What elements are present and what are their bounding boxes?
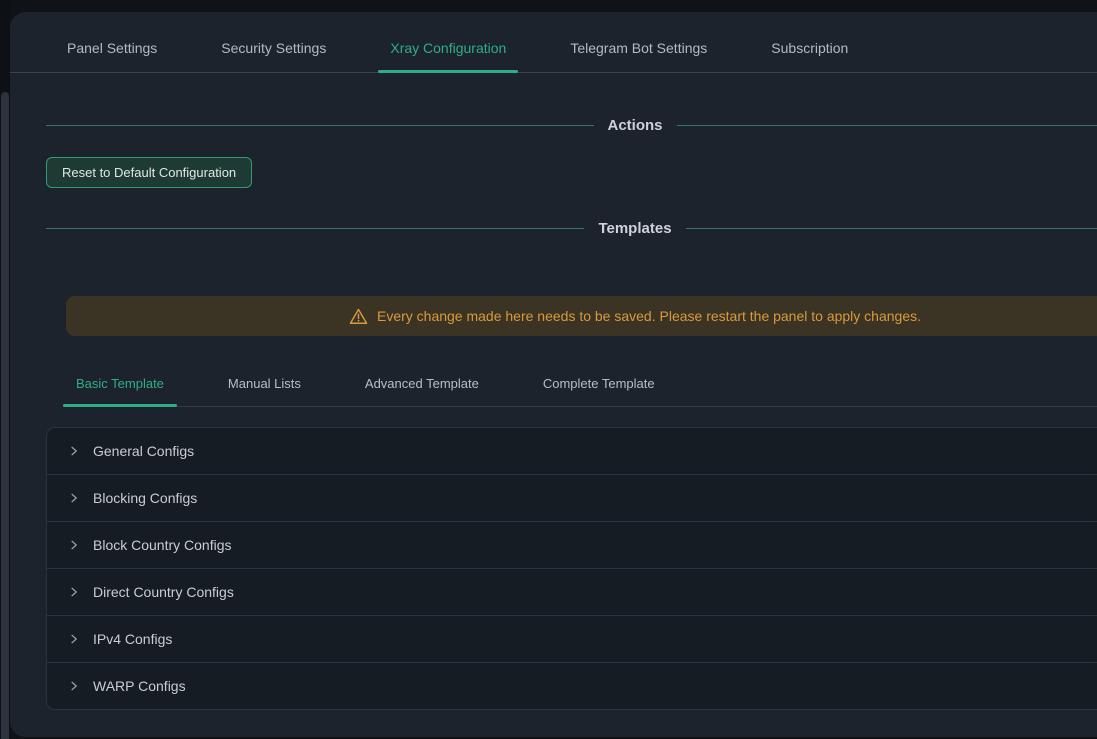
template-tabbar: Basic Template Manual Lists Advanced Tem…	[63, 376, 1097, 407]
collapse-item-warp-configs: WARP Configs	[47, 662, 1097, 709]
tab-advanced-template[interactable]: Advanced Template	[352, 376, 492, 406]
collapse-item-direct-country-configs: Direct Country Configs	[47, 568, 1097, 615]
collapse-item-ipv4-configs: IPv4 Configs	[47, 615, 1097, 662]
chevron-right-icon	[68, 492, 80, 504]
chevron-right-icon	[68, 680, 80, 692]
restart-warning-banner: Every change made here needs to be saved…	[66, 296, 1097, 336]
chevron-right-icon	[68, 445, 80, 457]
collapse-label: Blocking Configs	[93, 490, 197, 506]
left-scrollbar-thumb[interactable]	[1, 92, 9, 739]
actions-divider: Actions	[46, 117, 1097, 134]
templates-divider: Templates	[46, 220, 1097, 237]
collapse-label: Direct Country Configs	[93, 584, 234, 600]
templates-divider-title: Templates	[584, 220, 685, 237]
config-collapse-list: General Configs Blocking Configs Block C…	[46, 427, 1097, 710]
ipv4-configs-header[interactable]: IPv4 Configs	[47, 616, 1097, 662]
chevron-right-icon	[68, 586, 80, 598]
reset-to-default-button[interactable]: Reset to Default Configuration	[46, 157, 252, 188]
tab-security-settings[interactable]: Security Settings	[209, 40, 338, 72]
actions-divider-title: Actions	[594, 117, 677, 134]
tab-panel-settings[interactable]: Panel Settings	[55, 40, 169, 72]
collapse-label: Block Country Configs	[93, 537, 232, 553]
collapse-item-blocking-configs: Blocking Configs	[47, 474, 1097, 521]
general-configs-header[interactable]: General Configs	[47, 428, 1097, 474]
tab-telegram-bot-settings[interactable]: Telegram Bot Settings	[558, 40, 719, 72]
settings-tabbar: Panel Settings Security Settings Xray Co…	[10, 12, 1097, 73]
warning-text: Every change made here needs to be saved…	[377, 308, 921, 324]
collapse-item-block-country-configs: Block Country Configs	[47, 521, 1097, 568]
collapse-item-general-configs: General Configs	[47, 428, 1097, 474]
tab-basic-template[interactable]: Basic Template	[63, 376, 177, 406]
collapse-label: WARP Configs	[93, 678, 186, 694]
tab-xray-configuration[interactable]: Xray Configuration	[378, 40, 518, 72]
left-scrollbar-track	[0, 0, 10, 739]
blocking-configs-header[interactable]: Blocking Configs	[47, 475, 1097, 521]
direct-country-configs-header[interactable]: Direct Country Configs	[47, 569, 1097, 615]
tab-subscription[interactable]: Subscription	[759, 40, 860, 72]
collapse-label: IPv4 Configs	[93, 631, 172, 647]
chevron-right-icon	[68, 539, 80, 551]
settings-panel: Panel Settings Security Settings Xray Co…	[10, 12, 1097, 737]
block-country-configs-header[interactable]: Block Country Configs	[47, 522, 1097, 568]
chevron-right-icon	[68, 633, 80, 645]
warp-configs-header[interactable]: WARP Configs	[47, 663, 1097, 709]
collapse-label: General Configs	[93, 443, 194, 459]
tab-manual-lists[interactable]: Manual Lists	[215, 376, 314, 406]
warning-triangle-icon	[349, 307, 368, 326]
tab-complete-template[interactable]: Complete Template	[530, 376, 668, 406]
